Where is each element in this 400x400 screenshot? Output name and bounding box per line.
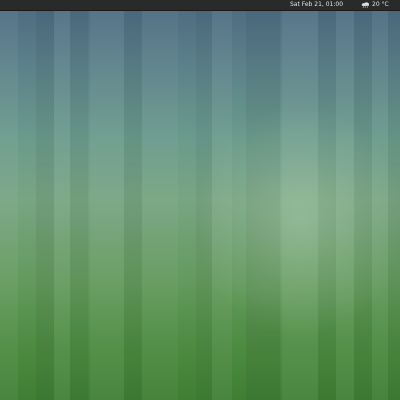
clock[interactable]: Sat Feb 21, 01:00 xyxy=(290,0,352,10)
wallpaper-stripe xyxy=(372,0,388,400)
desktop xyxy=(0,0,400,400)
wallpaper-stripe xyxy=(54,0,70,400)
wallpaper-stripe xyxy=(124,0,142,400)
wallpaper-stripes xyxy=(0,0,400,400)
wallpaper-stripe xyxy=(70,0,88,400)
wallpaper-stripe xyxy=(142,0,178,400)
wallpaper-stripe xyxy=(282,0,318,400)
top-panel: Sat Feb 21, 01:00 20 °C xyxy=(0,0,400,11)
wallpaper-stripe xyxy=(318,0,336,400)
wallpaper-stripe xyxy=(0,0,18,400)
wallpaper-stripe xyxy=(336,0,354,400)
temperature-label: 20 °C xyxy=(372,1,389,8)
wallpaper-stripe xyxy=(90,0,124,400)
cloud-rain-icon xyxy=(361,2,370,8)
weather-indicator[interactable]: 20 °C xyxy=(361,0,397,10)
wallpaper-stripe xyxy=(246,0,280,400)
wallpaper-stripe xyxy=(388,0,400,400)
wallpaper-stripe xyxy=(212,0,232,400)
wallpaper-stripe xyxy=(196,0,212,400)
wallpaper-stripe xyxy=(354,0,372,400)
wallpaper-stripe xyxy=(36,0,54,400)
